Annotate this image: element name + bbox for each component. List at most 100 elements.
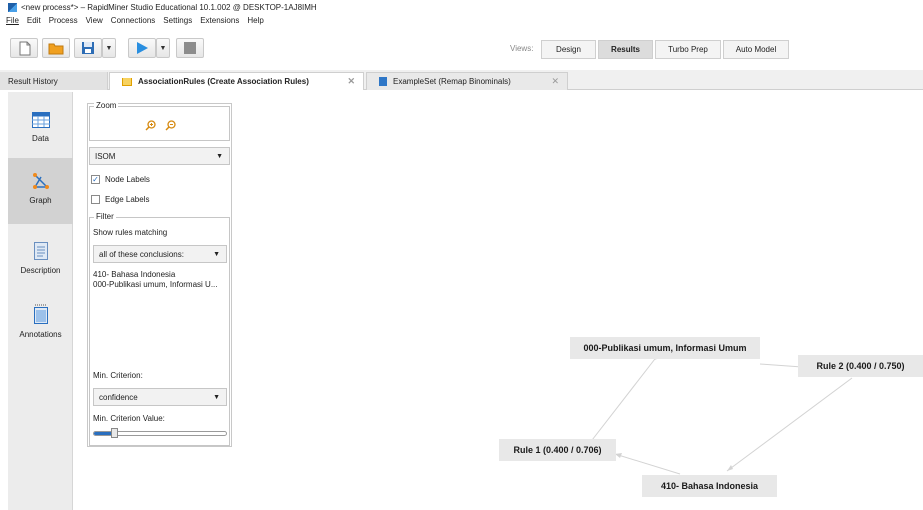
sidebar-item-label: Data	[32, 134, 49, 143]
tab-label: AssociationRules (Create Association Rul…	[138, 77, 309, 86]
example-set-icon	[379, 77, 387, 86]
tab-example-set[interactable]: ExampleSet (Remap Binominals) ✕	[366, 72, 568, 90]
open-process-button[interactable]	[42, 38, 70, 58]
rapidminer-logo-icon	[8, 2, 17, 12]
window-title: <new process*> – RapidMiner Studio Educa…	[21, 2, 317, 12]
menu-view[interactable]: View	[86, 16, 103, 25]
menu-bar: File Edit Process View Connections Setti…	[0, 14, 923, 27]
folder-icon	[48, 43, 64, 54]
save-process-button[interactable]	[74, 38, 102, 58]
edge-rule2-to-bahasa	[726, 377, 853, 472]
node-label: 410- Bahasa Indonesia	[660, 481, 759, 491]
sidebar-item-label: Graph	[29, 196, 52, 205]
view-turbo-prep-button[interactable]: Turbo Prep	[655, 40, 721, 59]
tab-label: ExampleSet (Remap Binominals)	[393, 77, 511, 86]
sidebar-item-label: Description	[20, 266, 61, 275]
rule-match-value: all of these conclusions:	[99, 249, 184, 259]
play-icon	[137, 42, 148, 54]
node-labels-checkbox[interactable]: ✓ Node Labels	[91, 175, 150, 184]
close-icon[interactable]: ✕	[551, 76, 559, 87]
run-process-button[interactable]	[128, 38, 156, 58]
min-criterion-slider[interactable]	[93, 428, 227, 438]
zoom-group: Zoom	[89, 101, 230, 141]
sidebar-item-annotations[interactable]: Annotations	[8, 296, 73, 362]
zoom-out-icon[interactable]	[165, 120, 176, 131]
edge-labels-label: Edge Labels	[105, 195, 150, 204]
node-label: 000-Publikasi umum, Informasi Umum	[583, 343, 747, 353]
edge-bahasa-to-rule1	[614, 453, 681, 475]
checkbox-checked-icon: ✓	[91, 174, 100, 184]
node-label: Rule 2 (0.400 / 0.750)	[816, 361, 905, 371]
edge-labels-checkbox[interactable]: Edge Labels	[91, 195, 149, 204]
new-process-button[interactable]	[10, 38, 38, 58]
list-item[interactable]: 000-Publikasi umum, Informasi U...	[93, 280, 218, 289]
close-icon[interactable]: ✕	[347, 76, 355, 87]
rule-match-select[interactable]: all of these conclusions: ▼	[93, 245, 227, 263]
menu-connections[interactable]: Connections	[111, 16, 155, 25]
table-icon	[31, 112, 50, 128]
tab-label: Result History	[8, 76, 58, 86]
save-icon	[82, 42, 94, 54]
layout-select-value: ISOM	[95, 151, 116, 161]
slider-thumb[interactable]	[110, 428, 118, 438]
document-icon	[33, 242, 48, 260]
min-criterion-label: Min. Criterion:	[93, 371, 143, 380]
zoom-in-icon[interactable]	[145, 120, 156, 131]
save-dropdown-button[interactable]: ▼	[102, 38, 116, 58]
node-label: Rule 1 (0.400 / 0.706)	[513, 445, 602, 455]
edge-rule1-to-publikasi	[588, 354, 659, 445]
chevron-down-icon: ▼	[213, 250, 220, 258]
conclusions-list[interactable]: 410- Bahasa Indonesia 000-Publikasi umum…	[93, 270, 227, 368]
layout-select[interactable]: ISOM ▼	[89, 147, 230, 165]
min-criterion-value: confidence	[99, 392, 138, 402]
views-label: Views:	[510, 44, 534, 53]
chevron-down-icon: ▼	[159, 44, 167, 52]
menu-extensions[interactable]: Extensions	[200, 16, 239, 25]
view-auto-model-button[interactable]: Auto Model	[723, 40, 789, 59]
menu-file[interactable]: File	[6, 16, 19, 25]
sidebar-item-data[interactable]: Data	[8, 100, 73, 166]
arrowhead-icon	[727, 465, 733, 471]
view-switcher: Design Results Turbo Prep Auto Model	[541, 40, 791, 59]
show-rules-label: Show rules matching	[93, 228, 168, 237]
association-rules-graph[interactable]: 000-Publikasi umum, Informasi Umum Rule …	[240, 92, 923, 510]
graph-node-rule2[interactable]: Rule 2 (0.400 / 0.750)	[798, 355, 923, 377]
view-results-button[interactable]: Results	[598, 40, 653, 59]
menu-edit[interactable]: Edit	[27, 16, 41, 25]
arrowhead-icon	[615, 453, 622, 458]
new-file-icon	[19, 41, 30, 55]
tab-result-history[interactable]: Result History	[0, 72, 108, 90]
sidebar-item-description[interactable]: Description	[8, 232, 73, 298]
filter-group: Filter Show rules matching all of these …	[89, 212, 230, 446]
filter-legend: Filter	[94, 212, 116, 221]
zoom-legend: Zoom	[94, 101, 119, 110]
chevron-down-icon: ▼	[105, 44, 113, 52]
title-bar: <new process*> – RapidMiner Studio Educa…	[0, 0, 923, 14]
view-design-button[interactable]: Design	[541, 40, 596, 59]
graph-node-publikasi[interactable]: 000-Publikasi umum, Informasi Umum	[570, 337, 760, 359]
chevron-down-icon: ▼	[213, 393, 220, 401]
shopping-cart-icon	[122, 77, 132, 86]
edge-publikasi-to-rule2	[759, 363, 803, 368]
sidebar-item-graph[interactable]: Graph	[8, 158, 73, 224]
graph-icon	[32, 173, 49, 189]
checkbox-unchecked-icon	[91, 195, 100, 204]
menu-help[interactable]: Help	[247, 16, 263, 25]
menu-process[interactable]: Process	[49, 16, 78, 25]
notes-icon	[33, 304, 48, 324]
sidebar-item-label: Annotations	[19, 330, 62, 339]
run-dropdown-button[interactable]: ▼	[156, 38, 170, 58]
menu-settings[interactable]: Settings	[163, 16, 192, 25]
min-criterion-select[interactable]: confidence ▼	[93, 388, 227, 406]
node-labels-label: Node Labels	[105, 175, 150, 184]
tab-association-rules[interactable]: AssociationRules (Create Association Rul…	[109, 72, 364, 90]
graph-settings-panel: Zoom ISOM ▼ ✓ Node Labels Edge Labels Fi…	[87, 101, 232, 447]
list-item[interactable]: 410- Bahasa Indonesia	[93, 270, 175, 279]
min-criterion-value-label: Min. Criterion Value:	[93, 414, 165, 423]
chevron-down-icon: ▼	[216, 152, 223, 160]
graph-node-bahasa[interactable]: 410- Bahasa Indonesia	[642, 475, 777, 497]
graph-node-rule1[interactable]: Rule 1 (0.400 / 0.706)	[499, 439, 616, 461]
stop-icon	[184, 42, 196, 54]
result-tab-bar: Result History AssociationRules (Create …	[0, 70, 923, 90]
stop-process-button[interactable]	[176, 38, 204, 58]
